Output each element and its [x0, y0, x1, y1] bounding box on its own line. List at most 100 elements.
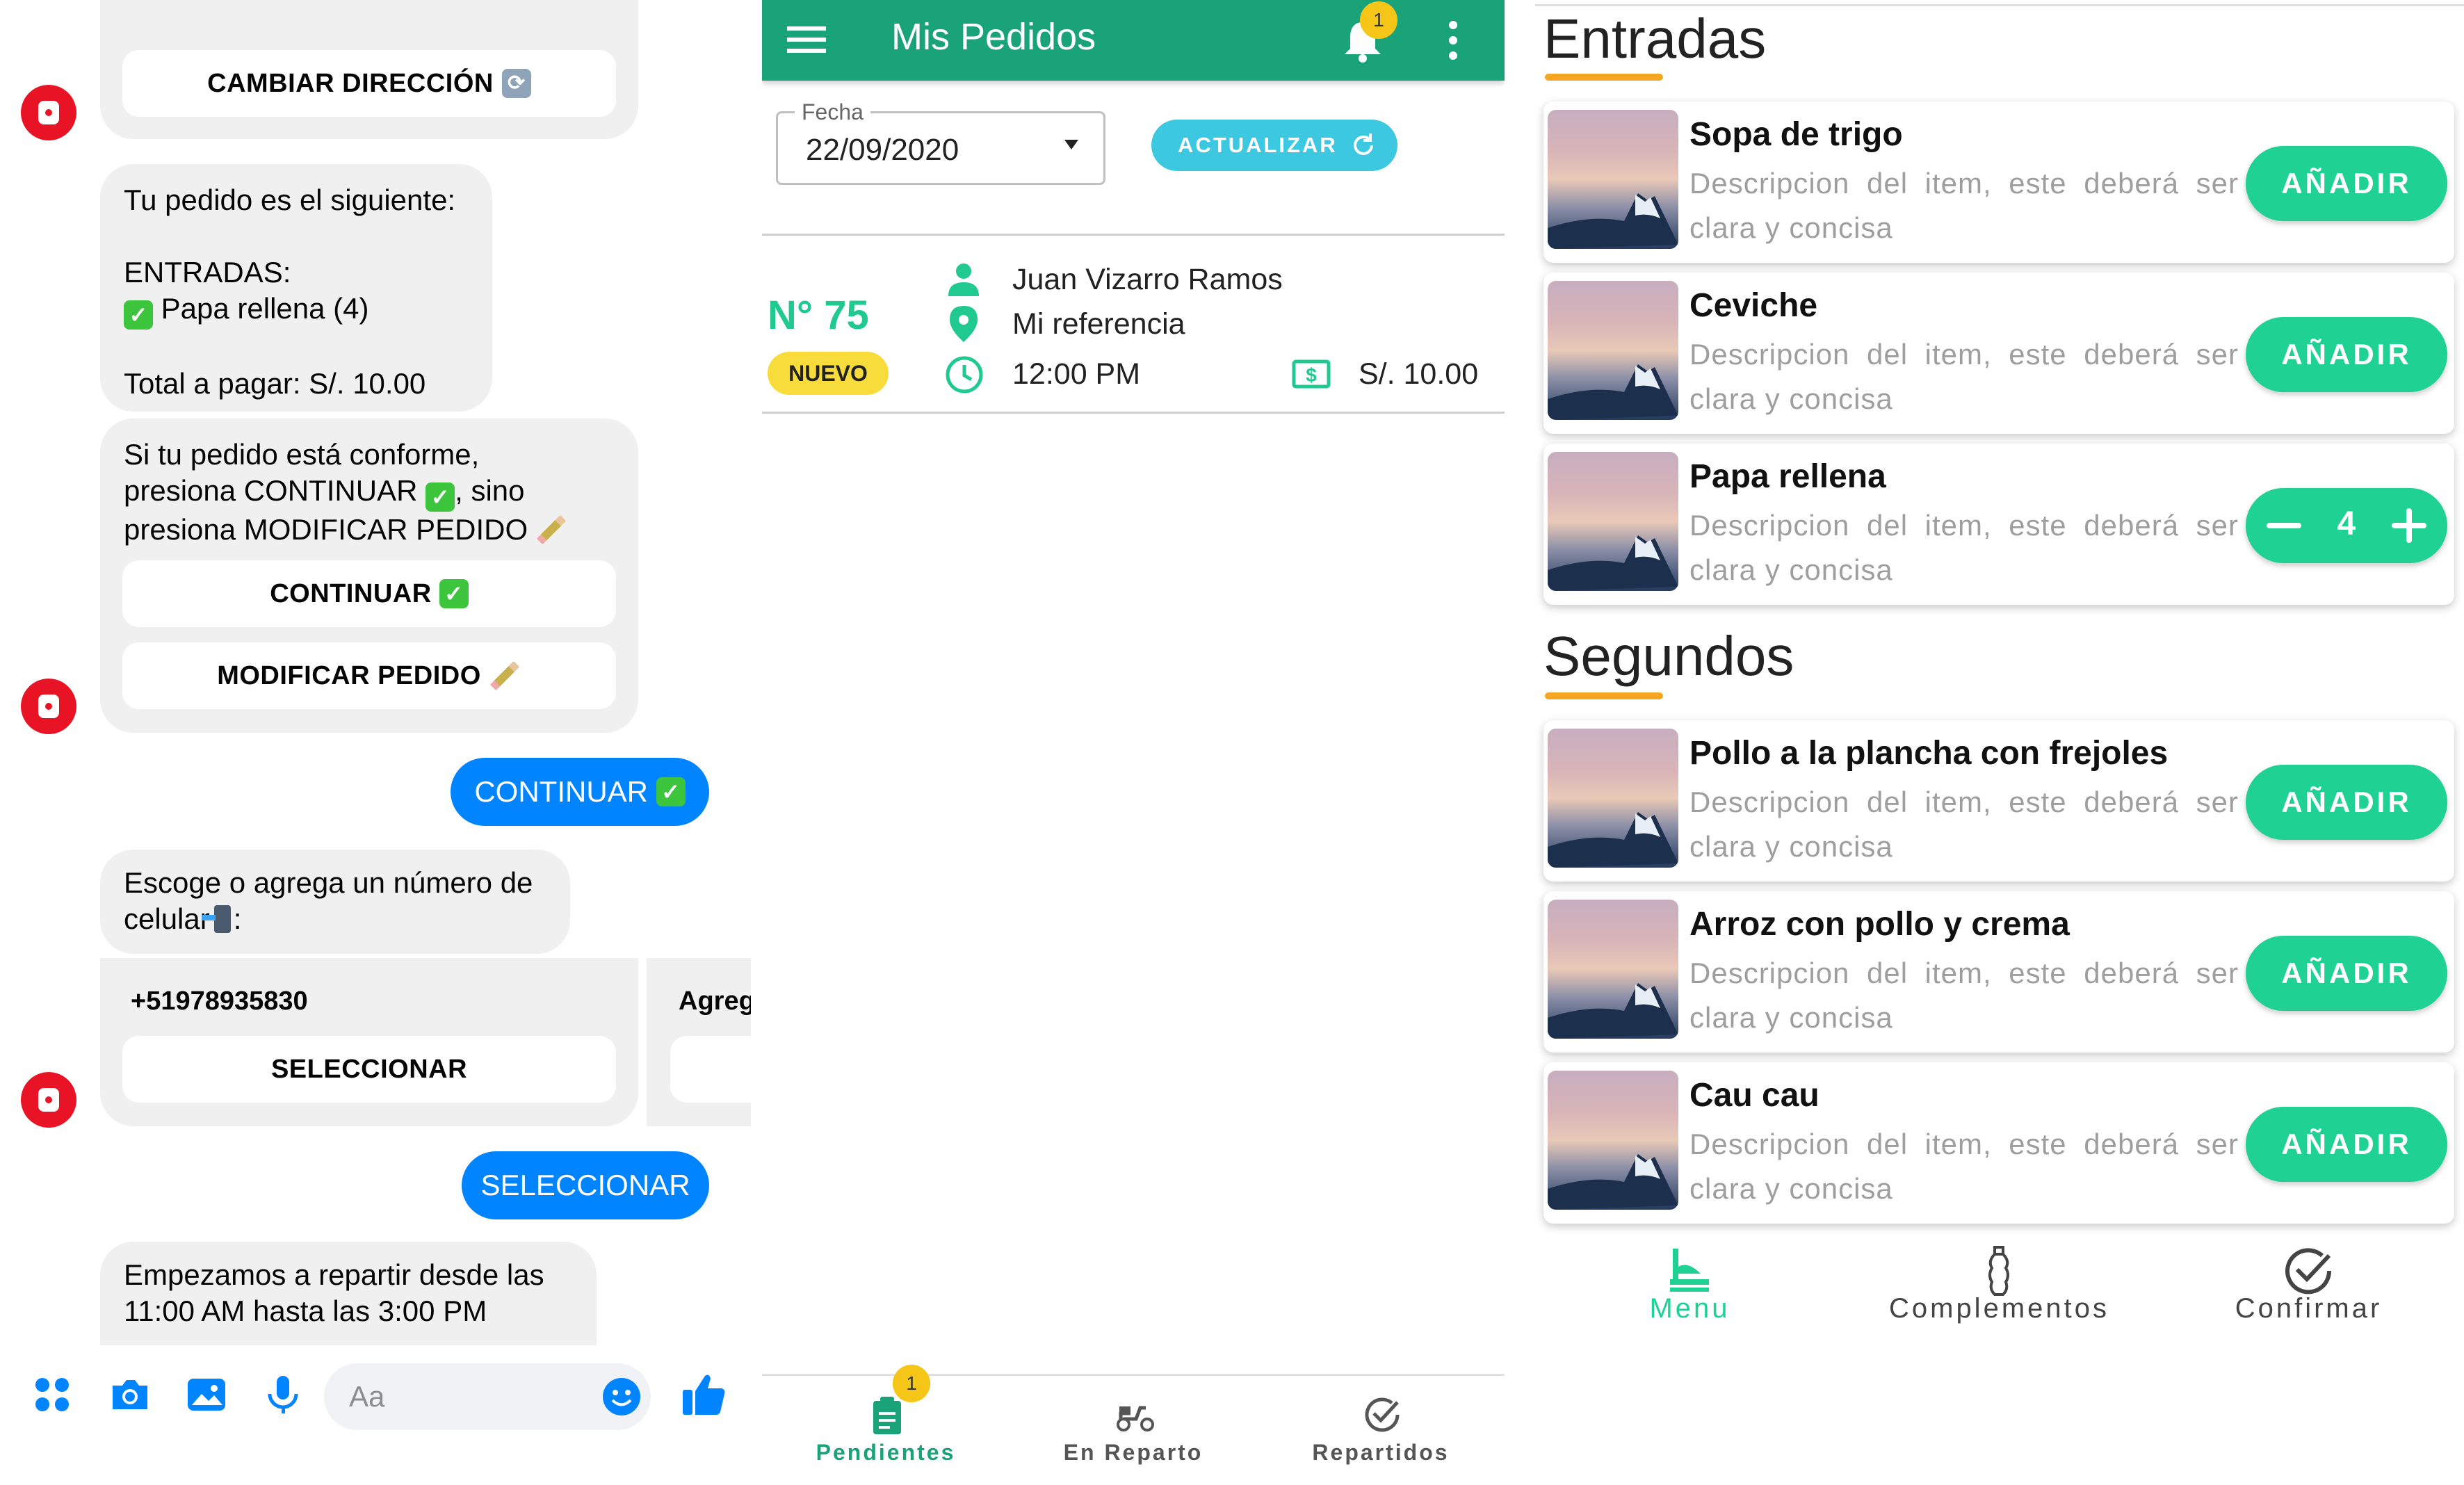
- confirm-prompt-line-2: presiona CONTINUAR ✓, sino: [124, 473, 615, 512]
- message-input[interactable]: Aa: [324, 1363, 651, 1430]
- dropdown-caret-icon: [1064, 140, 1078, 149]
- notification-badge: 1: [1360, 1, 1397, 39]
- order-summary-text: Tu pedido es el siguiente: ENTRADAS:: [124, 184, 456, 289]
- order-item-line: ✓ Papa rellena (4): [124, 291, 469, 330]
- continue-quick-label: CONTINUAR: [270, 578, 432, 608]
- change-address-button[interactable]: CAMBIAR DIRECCIÓN ⟳: [122, 50, 616, 117]
- order-item-text: Papa rellena (4): [161, 292, 369, 325]
- money-icon: $: [1292, 359, 1331, 389]
- tab-complementos[interactable]: Complementos: [1845, 1224, 2154, 1349]
- item-name: Papa rellena: [1689, 458, 1886, 495]
- menu-item-card: Ceviche Descripcion del item, este deber…: [1543, 273, 2454, 434]
- tab-complementos-label: Complementos: [1888, 1293, 2109, 1324]
- customer-name: Juan Vizarro Ramos: [1012, 263, 1283, 296]
- clipboard-icon: [873, 1397, 901, 1434]
- menu-icon[interactable]: [787, 22, 826, 57]
- date-picker[interactable]: Fecha 22/09/2020: [776, 99, 1105, 185]
- clock-icon: [946, 356, 983, 393]
- continue-quick-button[interactable]: CONTINUAR ✓: [122, 560, 616, 627]
- messenger-chat-panel: CAMBIAR DIRECCIÓN ⟳ Tu pedido es el sigu…: [0, 0, 751, 1485]
- item-description: Descripcion del item, este deberá ser cl…: [1689, 1128, 2239, 1205]
- phone-prompt-part-3: :: [233, 902, 242, 935]
- message-input-placeholder: Aa: [349, 1380, 385, 1413]
- tab-confirmar[interactable]: Confirmar: [2154, 1224, 2463, 1349]
- add-button[interactable]: AÑADIR: [2246, 1107, 2447, 1182]
- date-label: Fecha: [795, 99, 870, 125]
- add-phone-card-label: Agreg: [679, 987, 751, 1016]
- pending-count-badge: 1: [893, 1365, 930, 1402]
- modify-order-label: MODIFICAR PEDIDO: [217, 660, 481, 690]
- confirm-prompt-part-2: presiona CONTINUAR: [124, 474, 418, 507]
- item-description: Descripcion del item, este deberá ser cl…: [1689, 786, 2239, 863]
- refresh-button[interactable]: ACTUALIZAR: [1151, 120, 1397, 171]
- gallery-icon[interactable]: [185, 1373, 228, 1416]
- check-emoji-icon: ✓: [425, 482, 455, 512]
- emoji-icon[interactable]: [601, 1376, 642, 1418]
- phone-prompt-line-2: celular:: [124, 901, 546, 937]
- add-button[interactable]: AÑADIR: [2246, 317, 2447, 392]
- tab-en-reparto[interactable]: En Reparto: [1010, 1376, 1257, 1485]
- item-description: Descripcion del item, este deberá ser cl…: [1689, 167, 2239, 244]
- dish-icon: [1670, 1249, 1709, 1292]
- divider: [762, 412, 1505, 414]
- check-circle-icon: [1365, 1397, 1400, 1432]
- refresh-emoji-icon: ⟳: [501, 69, 531, 98]
- date-value: 22/09/2020: [806, 133, 959, 167]
- check-emoji-icon: ✓: [124, 300, 153, 330]
- add-phone-card[interactable]: Agreg: [647, 958, 751, 1126]
- delivery-info-text: Empezamos a repartir desde las 11:00 AM …: [124, 1258, 544, 1327]
- microphone-icon[interactable]: [261, 1373, 305, 1416]
- check-emoji-icon: ✓: [439, 579, 469, 608]
- tab-repartidos-label: Repartidos: [1312, 1440, 1450, 1465]
- order-summary-bubble: Tu pedido es el siguiente: ENTRADAS: ✓ P…: [100, 164, 492, 412]
- order-total-text: Total a pagar: S/. 10.00: [124, 367, 426, 400]
- order-amount: S/. 10.00: [1359, 357, 1479, 391]
- tab-confirmar-label: Confirmar: [2235, 1293, 2383, 1324]
- add-button[interactable]: AÑADIR: [2246, 936, 2447, 1011]
- add-button[interactable]: AÑADIR: [2246, 765, 2447, 840]
- section-underline: [1545, 692, 1663, 699]
- mobile-phone-emoji-icon: [201, 905, 231, 933]
- orders-panel: Mis Pedidos 1 Fecha 22/09/2020 ACTUALIZA…: [762, 0, 1505, 1485]
- menu-item-card: Cau cau Descripcion del item, este deber…: [1543, 1062, 2454, 1224]
- apps-icon[interactable]: [31, 1373, 74, 1416]
- refresh-icon: [1354, 133, 1373, 155]
- check-emoji-icon: ✓: [656, 777, 686, 806]
- item-name: Cau cau: [1689, 1077, 1819, 1114]
- item-description: Descripcion del item, este deberá ser cl…: [1689, 509, 2239, 586]
- tab-menu[interactable]: Menu: [1535, 1224, 1845, 1349]
- item-thumbnail: [1548, 1071, 1678, 1210]
- plus-icon[interactable]: [2406, 508, 2412, 543]
- item-name: Sopa de trigo: [1689, 116, 1903, 153]
- confirm-prompt-line-3: presiona MODIFICAR PEDIDO: [124, 512, 615, 548]
- camera-icon[interactable]: [108, 1373, 152, 1416]
- tab-en-reparto-label: En Reparto: [1063, 1440, 1203, 1465]
- order-number: N° 75: [768, 293, 869, 338]
- phone-prompt-part-2: celular: [124, 902, 210, 935]
- modify-order-button[interactable]: MODIFICAR PEDIDO: [122, 642, 616, 709]
- pencil-emoji-icon: [536, 514, 567, 545]
- section-underline: [1545, 74, 1663, 81]
- menu-item-card: Arroz con pollo y crema Descripcion del …: [1543, 891, 2454, 1053]
- tab-repartidos[interactable]: Repartidos: [1257, 1376, 1505, 1485]
- thumbs-up-icon[interactable]: [680, 1370, 729, 1419]
- tab-pendientes[interactable]: 1 Pendientes: [762, 1365, 1010, 1485]
- quantity-stepper: 4: [2246, 488, 2447, 563]
- item-thumbnail: [1548, 900, 1678, 1039]
- add-button[interactable]: AÑADIR: [2246, 146, 2447, 221]
- item-name: Arroz con pollo y crema: [1689, 906, 2070, 943]
- svg-text:$: $: [1306, 364, 1317, 386]
- message-composer: Aa: [0, 1345, 751, 1443]
- tab-pendientes-label: Pendientes: [816, 1440, 956, 1465]
- menu-item-card: Sopa de trigo Descripcion del item, este…: [1543, 102, 2454, 263]
- item-thumbnail: [1548, 281, 1678, 420]
- scooter-icon: [1117, 1406, 1154, 1431]
- item-description: Descripcion del item, este deberá ser cl…: [1689, 957, 2239, 1034]
- select-phone-label: SELECCIONAR: [270, 1054, 468, 1084]
- pencil-emoji-icon: [489, 660, 519, 691]
- more-options-icon[interactable]: [1446, 19, 1460, 61]
- add-phone-card-button[interactable]: [670, 1036, 751, 1103]
- select-phone-button[interactable]: SELECCIONAR: [122, 1036, 616, 1103]
- refresh-button-label: ACTUALIZAR: [1178, 133, 1338, 157]
- bot-avatar: [21, 679, 76, 734]
